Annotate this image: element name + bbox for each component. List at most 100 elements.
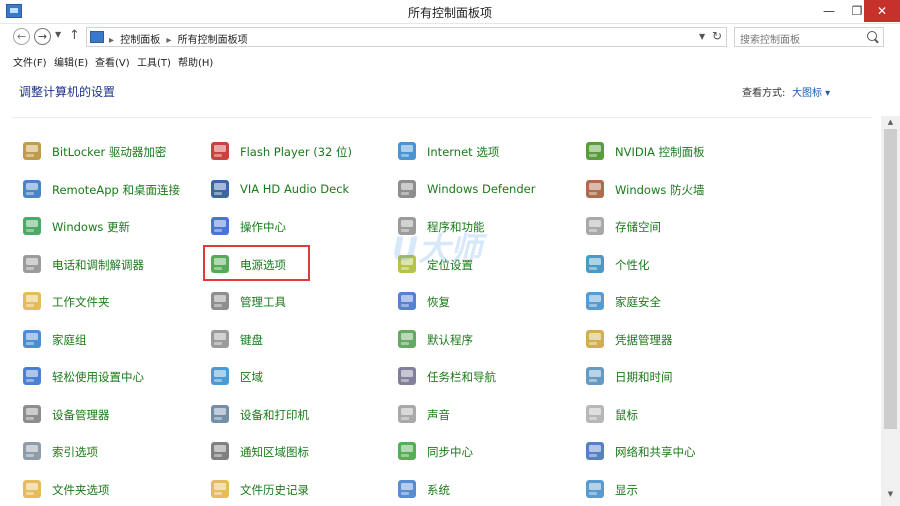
vertical-scrollbar[interactable]: ▲ ▼ — [881, 116, 900, 506]
control-panel-item[interactable]: 轻松使用设置中心 — [20, 363, 200, 391]
scroll-thumb[interactable] — [884, 129, 897, 429]
menu-file[interactable]: 文件(F) — [13, 54, 47, 69]
keyboard-icon — [208, 327, 232, 351]
control-panel-item[interactable]: Windows Defender — [395, 176, 575, 204]
menu-tools[interactable]: 工具(T) — [137, 54, 171, 69]
control-panel-item[interactable]: 文件历史记录 — [208, 476, 388, 504]
control-panel-item[interactable]: 存储空间 — [583, 213, 763, 241]
control-panel-item[interactable]: 鼠标 — [583, 401, 763, 429]
control-panel-item[interactable]: 默认程序 — [395, 326, 575, 354]
close-button[interactable]: ✕ — [864, 0, 900, 22]
control-panel-item[interactable]: 恢复 — [395, 288, 575, 316]
control-panel-item[interactable]: 个性化 — [583, 251, 763, 279]
control-panel-item[interactable]: 操作中心 — [208, 213, 388, 241]
control-panel-item[interactable]: RemoteApp 和桌面连接 — [20, 176, 200, 204]
control-panel-item[interactable]: Windows 防火墙 — [583, 176, 763, 204]
phone-icon — [20, 252, 44, 276]
control-panel-item-label: 文件夹选项 — [52, 482, 110, 497]
recent-locations-button[interactable]: ▼ — [55, 30, 61, 39]
default-programs-icon — [395, 327, 419, 351]
control-panel-item[interactable]: 家庭安全 — [583, 288, 763, 316]
control-panel-item[interactable]: 键盘 — [208, 326, 388, 354]
menu-help[interactable]: 帮助(H) — [178, 54, 213, 69]
control-panel-item-label: 区域 — [240, 370, 263, 384]
credential-icon — [583, 327, 607, 351]
display-icon — [583, 477, 607, 501]
breadcrumb-control-panel[interactable]: 控制面板 — [120, 35, 160, 46]
forward-button[interactable]: → — [34, 28, 51, 45]
control-panel-item[interactable]: Flash Player (32 位) — [208, 138, 388, 166]
control-panel-item[interactable]: 系统 — [395, 476, 575, 504]
control-panel-item[interactable]: 显示 — [583, 476, 763, 504]
control-panel-item-label: NVIDIA 控制面板 — [615, 145, 705, 159]
control-panel-item[interactable]: 索引选项 — [20, 438, 200, 466]
search-input[interactable]: 搜索控制面板 — [734, 27, 884, 47]
control-panel-item[interactable]: 电话和调制解调器 — [20, 251, 200, 279]
search-icon[interactable] — [867, 31, 877, 41]
up-button[interactable]: ↑ — [69, 28, 80, 43]
control-panel-item-label: 设备管理器 — [52, 407, 110, 422]
control-panel-item-label: 显示 — [615, 482, 638, 497]
control-panel-item[interactable]: 设备管理器 — [20, 401, 200, 429]
view-by-dropdown[interactable]: 大图标 ▾ — [792, 84, 830, 99]
control-panel-item[interactable]: 工作文件夹 — [20, 288, 200, 316]
admin-tools-icon — [208, 289, 232, 313]
control-panel-icon — [90, 31, 104, 43]
address-dropdown-icon[interactable]: ▼ — [699, 32, 705, 41]
control-panel-item[interactable]: 区域 — [208, 363, 388, 391]
control-panel-item[interactable]: 任务栏和导航 — [395, 363, 575, 391]
control-panel-item-label: 通知区域图标 — [240, 445, 309, 459]
breadcrumb-separator-icon: ▸ — [166, 35, 172, 46]
control-panel-item-label: 默认程序 — [427, 332, 473, 347]
refresh-icon[interactable]: ↻ — [712, 29, 722, 43]
address-bar[interactable]: ▸ 控制面板 ▸ 所有控制面板项 ▼ ↻ — [86, 27, 727, 47]
control-panel-item-label: 凭据管理器 — [615, 332, 673, 347]
control-panel-item-label: 鼠标 — [615, 407, 638, 422]
control-panel-item[interactable]: 文件夹选项 — [20, 476, 200, 504]
minimize-button[interactable]: — — [815, 0, 843, 22]
control-panel-item[interactable]: 网络和共享中心 — [583, 438, 763, 466]
control-panel-item-label: 恢复 — [427, 295, 450, 309]
network-icon — [583, 439, 607, 463]
control-panel-item-label: 电话和调制解调器 — [52, 257, 144, 272]
control-panel-item-label: 键盘 — [240, 332, 263, 347]
sound-icon — [395, 402, 419, 426]
control-panel-item-label: 存储空间 — [615, 220, 661, 234]
window-title: 所有控制面板项 — [407, 6, 492, 20]
menu-edit[interactable]: 编辑(E) — [54, 54, 88, 69]
control-panel-item-label: 管理工具 — [240, 295, 286, 309]
breadcrumb: ▸ 控制面板 ▸ 所有控制面板项 — [109, 31, 251, 46]
control-panel-item[interactable]: NVIDIA 控制面板 — [583, 138, 763, 166]
control-panel-item[interactable]: 通知区域图标 — [208, 438, 388, 466]
control-panel-item[interactable]: 家庭组 — [20, 326, 200, 354]
control-panel-item[interactable]: 凭据管理器 — [583, 326, 763, 354]
control-panel-item[interactable]: 日期和时间 — [583, 363, 763, 391]
index-icon — [20, 439, 44, 463]
control-panel-item[interactable]: Windows 更新 — [20, 213, 200, 241]
breadcrumb-all-items[interactable]: 所有控制面板项 — [178, 35, 248, 46]
control-panel-item-label: 家庭安全 — [615, 295, 661, 309]
control-panel-item-label: 轻松使用设置中心 — [52, 370, 144, 384]
control-panel-item[interactable]: 管理工具 — [208, 288, 388, 316]
bitlocker-icon — [20, 139, 44, 163]
control-panel-item-label: VIA HD Audio Deck — [240, 181, 350, 196]
control-panel-item[interactable]: 声音 — [395, 401, 575, 429]
breadcrumb-separator-icon: ▸ — [109, 35, 115, 46]
flag-icon — [208, 214, 232, 238]
remoteapp-icon — [20, 177, 44, 201]
control-panel-item-label: Internet 选项 — [427, 145, 500, 159]
scroll-down-icon[interactable]: ▼ — [881, 488, 900, 500]
control-panel-item-label: 索引选项 — [52, 445, 98, 459]
control-panel-item[interactable]: Internet 选项 — [395, 138, 575, 166]
menu-view[interactable]: 查看(V) — [95, 54, 130, 69]
control-panel-item[interactable]: 设备和打印机 — [208, 401, 388, 429]
control-panel-item[interactable]: BitLocker 驱动器加密 — [20, 138, 200, 166]
control-panel-item[interactable]: 同步中心 — [395, 438, 575, 466]
control-panel-item-label: Windows 更新 — [52, 220, 130, 234]
control-panel-item[interactable]: VIA HD Audio Deck — [208, 176, 388, 204]
scroll-up-icon[interactable]: ▲ — [881, 116, 900, 128]
control-panel-item-label: 工作文件夹 — [52, 295, 110, 309]
mouse-icon — [583, 402, 607, 426]
back-button[interactable]: ← — [13, 28, 30, 45]
homegroup-icon — [20, 327, 44, 351]
